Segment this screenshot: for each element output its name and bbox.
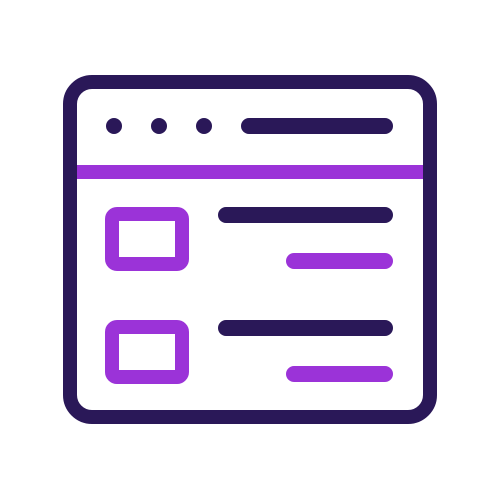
browser-window-list-icon: [63, 75, 437, 424]
window-dot-1-icon: [106, 118, 122, 134]
image-placeholder-icon: [105, 320, 189, 384]
window-dot-2-icon: [151, 118, 167, 134]
window-dot-3-icon: [196, 118, 212, 134]
browser-window-list-icon: [0, 0, 500, 500]
list-item: [105, 207, 393, 271]
image-placeholder-icon: [105, 207, 189, 271]
list-item: [105, 320, 393, 384]
